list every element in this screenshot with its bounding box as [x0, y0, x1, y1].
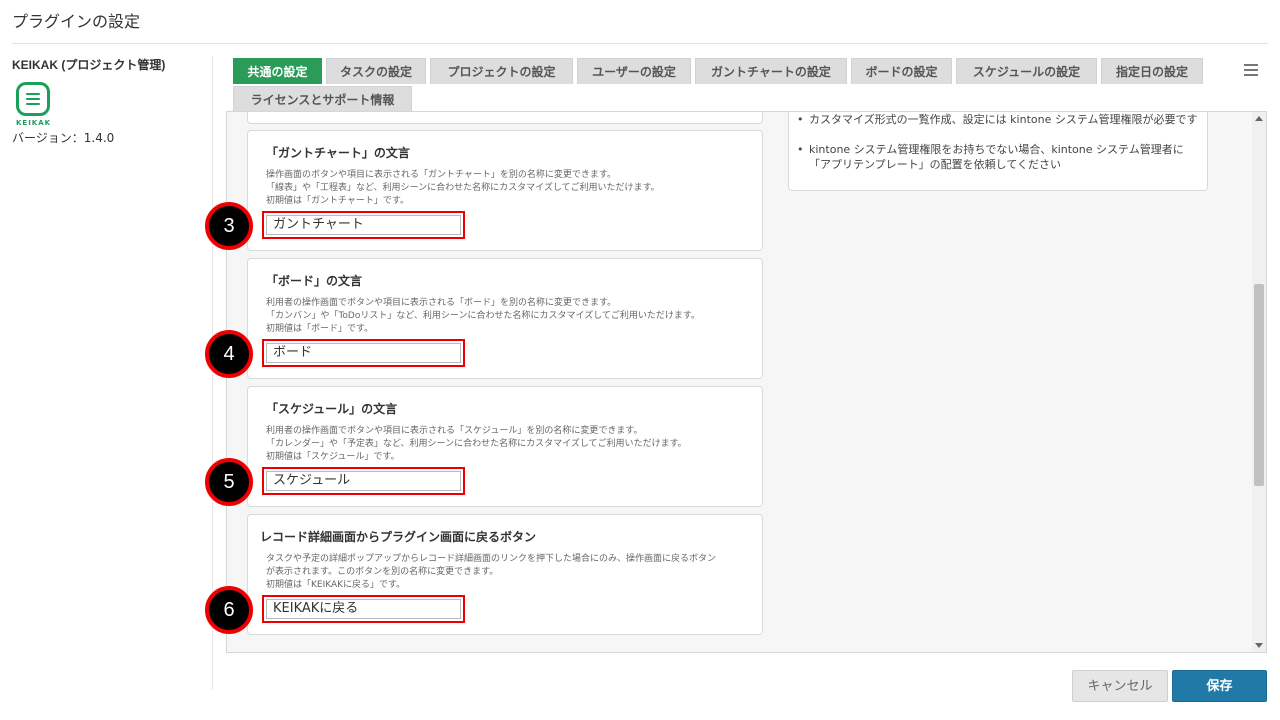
tab-specified-date-settings[interactable]: 指定日の設定: [1101, 58, 1203, 84]
step-marker: 4: [205, 330, 253, 378]
plugin-version: バージョン：1.4.0: [12, 131, 115, 145]
page-title: プラグインの設定: [12, 12, 141, 31]
keikak-logo: KEIKAK: [16, 82, 56, 127]
scroll-up-icon[interactable]: [1255, 116, 1263, 121]
card-description: 操作画面のボタンや項目に表示される「ガントチャート」を別の名称に変更できます。 …: [266, 170, 660, 206]
gantt-label-input[interactable]: ガントチャート: [266, 215, 461, 235]
settings-panel: カスタマイズ形式の一覧作成、設定には kintone システム管理権限が必要です…: [226, 111, 1267, 653]
save-button[interactable]: 保存: [1172, 670, 1267, 702]
return-button-card: レコード詳細画面からプラグイン画面に戻るボタン タスクや予定の詳細ポップアップか…: [247, 514, 763, 635]
previous-card: [247, 112, 763, 124]
tab-common-settings[interactable]: 共通の設定: [233, 58, 322, 84]
card-title: 「スケジュール」の文言: [266, 402, 398, 416]
card-description: 利用者の操作画面でボタンや項目に表示される「ボード」を別の名称に変更できます。 …: [266, 298, 701, 334]
note-item: kintone システム管理権限をお持ちでない場合、kintone システム管理…: [797, 142, 1199, 172]
return-button-label-input[interactable]: KEIKAKに戻る: [266, 599, 461, 619]
tab-task-settings[interactable]: タスクの設定: [326, 58, 426, 84]
scroll-down-icon[interactable]: [1255, 643, 1263, 648]
title-divider: [12, 43, 1268, 44]
hamburger-menu-icon[interactable]: [1244, 64, 1258, 76]
gantt-label-card: 「ガントチャート」の文言 操作画面のボタンや項目に表示される「ガントチャート」を…: [247, 130, 763, 251]
note-item: カスタマイズ形式の一覧作成、設定には kintone システム管理権限が必要です: [797, 112, 1199, 127]
card-title: レコード詳細画面からプラグイン画面に戻るボタン: [260, 530, 537, 544]
schedule-label-input[interactable]: スケジュール: [266, 471, 461, 491]
step-marker: 5: [205, 458, 253, 506]
card-title: 「ガントチャート」の文言: [266, 146, 410, 160]
tab-schedule-settings[interactable]: スケジュールの設定: [956, 58, 1097, 84]
board-label-card: 「ボード」の文言 利用者の操作画面でボタンや項目に表示される「ボード」を別の名称…: [247, 258, 763, 379]
tab-gantt-settings[interactable]: ガントチャートの設定: [695, 58, 847, 84]
tab-board-settings[interactable]: ボードの設定: [851, 58, 952, 84]
panel-scrollbar[interactable]: [1252, 112, 1266, 652]
step-marker: 3: [205, 202, 253, 250]
cancel-button[interactable]: キャンセル: [1072, 670, 1168, 702]
keikak-logo-icon: [16, 82, 50, 116]
scroll-thumb[interactable]: [1254, 284, 1264, 486]
logo-text: KEIKAK: [16, 119, 52, 127]
card-description: 利用者の操作画面でボタンや項目に表示される「スケジュール」を別の名称に変更できま…: [266, 426, 687, 462]
tab-user-settings[interactable]: ユーザーの設定: [577, 58, 691, 84]
plugin-sidebar: KEIKAK (プロジェクト管理) KEIKAK バージョン：1.4.0: [12, 56, 212, 146]
card-title: 「ボード」の文言: [266, 274, 363, 288]
card-description: タスクや予定の詳細ポップアップからレコード詳細画面のリンクを押下した場合にのみ、…: [266, 554, 717, 590]
schedule-label-card: 「スケジュール」の文言 利用者の操作画面でボタンや項目に表示される「スケジュール…: [247, 386, 763, 507]
tab-license-support[interactable]: ライセンスとサポート情報: [233, 86, 412, 112]
plugin-name: KEIKAK (プロジェクト管理): [12, 58, 166, 72]
tab-project-settings[interactable]: プロジェクトの設定: [430, 58, 573, 84]
board-label-input[interactable]: ボード: [266, 343, 461, 363]
permission-note: カスタマイズ形式の一覧作成、設定には kintone システム管理権限が必要です…: [788, 112, 1208, 191]
step-marker: 6: [205, 586, 253, 634]
